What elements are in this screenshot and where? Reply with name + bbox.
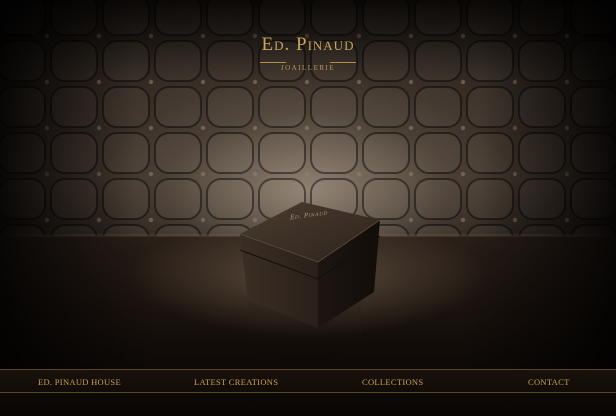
nav-item-house[interactable]: ED. PINAUD HOUSE xyxy=(38,375,121,389)
brand-subtitle: JOAILLERIE xyxy=(280,64,336,72)
jewelry-box[interactable]: Ed. Pinaud xyxy=(230,200,390,370)
brand-logo[interactable]: Ed. Pinaud JOAILLERIE xyxy=(208,34,408,72)
brand-name: Ed. Pinaud xyxy=(261,34,355,55)
nav-item-contact[interactable]: CONTACT xyxy=(528,375,570,389)
footer-band xyxy=(0,393,616,416)
nav-item-latest-creations[interactable]: LATEST CREATIONS xyxy=(194,375,278,389)
main-navigation: ED. PINAUD HOUSE LATEST CREATIONS COLLEC… xyxy=(0,369,616,393)
hero-scene: Ed. Pinaud JOAILLERIE Ed. Pinaud ED. PIN… xyxy=(0,0,616,416)
jewelry-box-graphic xyxy=(239,202,381,368)
nav-item-collections[interactable]: COLLECTIONS xyxy=(362,375,423,389)
logo-rule-right xyxy=(330,62,356,63)
logo-rule-left xyxy=(260,62,286,63)
